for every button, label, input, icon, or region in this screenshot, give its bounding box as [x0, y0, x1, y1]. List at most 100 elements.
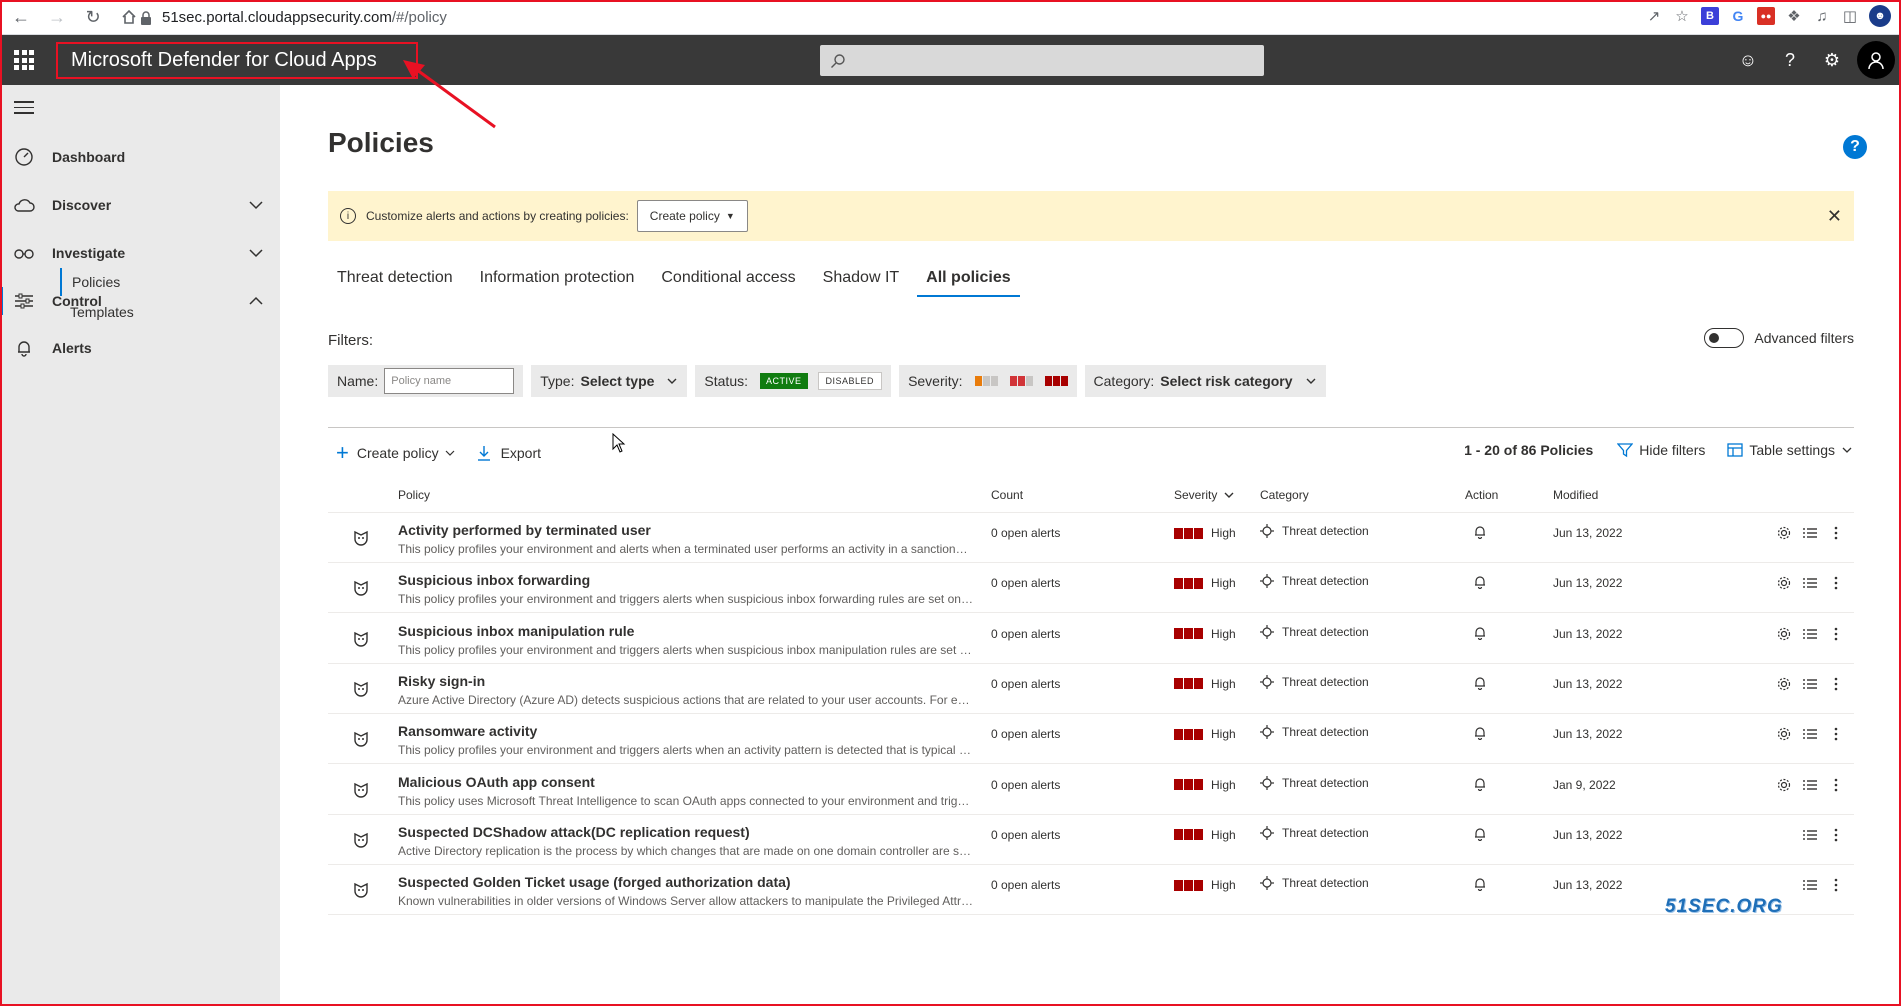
- list-icon[interactable]: [1802, 877, 1818, 893]
- list-icon[interactable]: [1802, 676, 1818, 692]
- col-modified[interactable]: Modified: [1553, 488, 1598, 502]
- extension-red-icon[interactable]: ●●: [1757, 7, 1775, 25]
- settings-gear-icon[interactable]: [1776, 525, 1792, 541]
- nav-policies[interactable]: Policies: [60, 268, 120, 296]
- policy-name[interactable]: Suspected DCShadow attack(DC replication…: [398, 824, 750, 840]
- col-action[interactable]: Action: [1465, 488, 1498, 502]
- policy-name[interactable]: Malicious OAuth app consent: [398, 774, 595, 790]
- nav-dashboard[interactable]: Dashboard: [0, 135, 280, 179]
- nav-templates[interactable]: Templates: [60, 298, 134, 326]
- severity-medium-icon[interactable]: [1009, 376, 1033, 386]
- feedback-smiley-icon[interactable]: ☺: [1727, 35, 1769, 85]
- tab-conditional-access[interactable]: Conditional access: [652, 269, 804, 297]
- settings-gear-icon[interactable]: [1776, 626, 1792, 642]
- table-row[interactable]: Risky sign-in Azure Active Directory (Az…: [328, 664, 1854, 714]
- table-row[interactable]: Activity performed by terminated user Th…: [328, 513, 1854, 563]
- table-row[interactable]: Suspected DCShadow attack(DC replication…: [328, 815, 1854, 865]
- translate-extension-icon[interactable]: G: [1729, 7, 1747, 25]
- share-icon[interactable]: ↗: [1645, 7, 1663, 25]
- table-settings-button[interactable]: Table settings: [1727, 442, 1853, 458]
- tab-information-protection[interactable]: Information protection: [471, 269, 644, 297]
- collapse-menu-icon[interactable]: [14, 101, 34, 115]
- policy-count[interactable]: 0 open alerts: [991, 828, 1060, 842]
- policy-name[interactable]: Suspicious inbox manipulation rule: [398, 623, 634, 639]
- severity-low-icon[interactable]: [974, 376, 998, 386]
- help-icon[interactable]: ?: [1769, 35, 1811, 85]
- settings-gear-icon[interactable]: [1776, 575, 1792, 591]
- col-category[interactable]: Category: [1260, 488, 1309, 502]
- tab-all-policies[interactable]: All policies: [917, 269, 1020, 297]
- policy-name[interactable]: Risky sign-in: [398, 673, 485, 689]
- app-launcher-icon[interactable]: [14, 50, 34, 70]
- policy-count[interactable]: 0 open alerts: [991, 627, 1060, 641]
- close-icon[interactable]: ✕: [1827, 206, 1842, 227]
- policy-name[interactable]: Ransomware activity: [398, 723, 537, 739]
- app-title[interactable]: Microsoft Defender for Cloud Apps: [56, 42, 418, 79]
- col-policy[interactable]: Policy: [398, 488, 430, 502]
- status-disabled-pill[interactable]: DISABLED: [817, 372, 883, 390]
- extension-b-icon[interactable]: B: [1701, 7, 1719, 25]
- profile-avatar-icon[interactable]: ☻: [1869, 5, 1891, 27]
- forward-icon[interactable]: →: [42, 2, 72, 32]
- settings-gear-icon[interactable]: [1776, 676, 1792, 692]
- reload-icon[interactable]: ↻: [78, 2, 108, 32]
- category-filter[interactable]: Category: Select risk category: [1084, 365, 1326, 397]
- chevron-down-icon[interactable]: [248, 197, 264, 213]
- policy-name[interactable]: Suspected Golden Ticket usage (forged au…: [398, 874, 791, 890]
- col-count[interactable]: Count: [991, 488, 1023, 502]
- back-icon[interactable]: ←: [6, 2, 36, 32]
- nav-control[interactable]: Control: [0, 279, 280, 323]
- media-icon[interactable]: ♫: [1813, 7, 1831, 25]
- settings-gear-icon[interactable]: ⚙: [1811, 35, 1853, 85]
- table-row[interactable]: Suspicious inbox forwarding This policy …: [328, 563, 1854, 614]
- nav-discover[interactable]: Discover: [0, 183, 280, 227]
- star-icon[interactable]: ☆: [1673, 7, 1691, 25]
- global-search-input[interactable]: [820, 45, 1264, 76]
- status-active-pill[interactable]: ACTIVE: [760, 373, 808, 389]
- more-options-icon[interactable]: [1828, 676, 1844, 692]
- table-row[interactable]: Suspicious inbox manipulation rule This …: [328, 614, 1854, 664]
- create-policy-button[interactable]: + Create policy: [336, 442, 455, 464]
- list-icon[interactable]: [1802, 777, 1818, 793]
- banner-create-policy-button[interactable]: Create policy ▼: [636, 200, 748, 232]
- user-account-icon[interactable]: [1857, 41, 1895, 79]
- table-row[interactable]: Suspected Golden Ticket usage (forged au…: [328, 865, 1854, 916]
- policy-count[interactable]: 0 open alerts: [991, 878, 1060, 892]
- chevron-down-icon[interactable]: [248, 245, 264, 261]
- export-button[interactable]: Export: [477, 445, 541, 461]
- policy-name[interactable]: Activity performed by terminated user: [398, 522, 651, 538]
- more-options-icon[interactable]: [1828, 877, 1844, 893]
- side-panel-icon[interactable]: ◫: [1841, 7, 1859, 25]
- more-options-icon[interactable]: [1828, 626, 1844, 642]
- tab-threat-detection[interactable]: Threat detection: [328, 269, 462, 297]
- toggle-switch[interactable]: [1704, 328, 1745, 348]
- severity-high-icon[interactable]: [1044, 376, 1068, 386]
- more-options-icon[interactable]: [1828, 525, 1844, 541]
- type-filter[interactable]: Type: Select type: [531, 365, 688, 397]
- advanced-filters-toggle[interactable]: Advanced filters: [1704, 328, 1854, 348]
- list-icon[interactable]: [1802, 726, 1818, 742]
- list-icon[interactable]: [1802, 575, 1818, 591]
- nav-alerts[interactable]: Alerts: [0, 326, 280, 370]
- settings-gear-icon[interactable]: [1776, 726, 1792, 742]
- policy-count[interactable]: 0 open alerts: [991, 727, 1060, 741]
- policy-count[interactable]: 0 open alerts: [991, 526, 1060, 540]
- policy-name[interactable]: Suspicious inbox forwarding: [398, 572, 590, 588]
- tab-shadow-it[interactable]: Shadow IT: [814, 269, 908, 297]
- list-icon[interactable]: [1802, 626, 1818, 642]
- policy-count[interactable]: 0 open alerts: [991, 576, 1060, 590]
- policy-name-input[interactable]: Policy name: [384, 368, 515, 394]
- col-severity[interactable]: Severity: [1174, 488, 1234, 502]
- table-row[interactable]: Malicious OAuth app consent This policy …: [328, 765, 1854, 815]
- address-bar[interactable]: 51sec.portal.cloudappsecurity.com/#/poli…: [140, 5, 447, 30]
- policy-count[interactable]: 0 open alerts: [991, 677, 1060, 691]
- nav-investigate[interactable]: Investigate: [0, 231, 280, 275]
- chevron-up-icon[interactable]: [248, 293, 264, 309]
- table-row[interactable]: Ransomware activity This policy profiles…: [328, 714, 1854, 765]
- hide-filters-button[interactable]: Hide filters: [1617, 442, 1705, 458]
- more-options-icon[interactable]: [1828, 575, 1844, 591]
- settings-gear-icon[interactable]: [1776, 777, 1792, 793]
- page-help-icon[interactable]: ?: [1843, 135, 1867, 159]
- list-icon[interactable]: [1802, 827, 1818, 843]
- more-options-icon[interactable]: [1828, 726, 1844, 742]
